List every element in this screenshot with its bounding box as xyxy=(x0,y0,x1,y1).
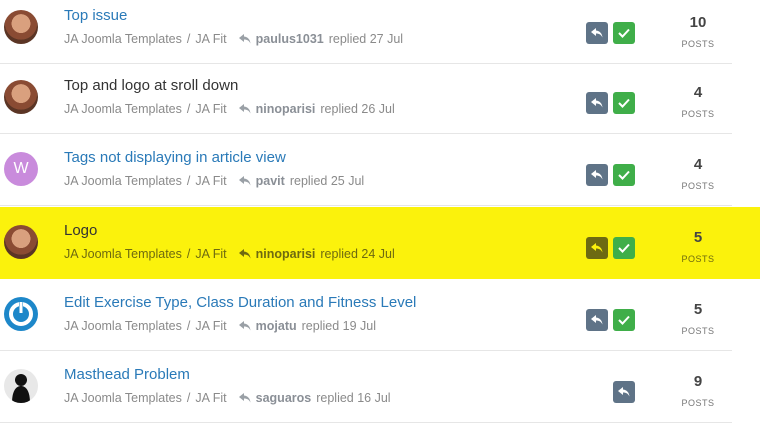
breadcrumb-separator: / xyxy=(186,319,191,333)
power-avatar[interactable] xyxy=(4,297,38,331)
check-icon xyxy=(618,170,630,180)
check-icon xyxy=(618,315,630,325)
photo-avatar[interactable] xyxy=(4,80,38,114)
reply-button[interactable] xyxy=(586,164,608,186)
post-count: 5 xyxy=(693,301,703,318)
subcategory-link[interactable]: JA Fit xyxy=(195,391,226,405)
topic-title-link[interactable]: Edit Exercise Type, Class Duration and F… xyxy=(64,294,416,311)
posts-label: POSTS xyxy=(681,326,715,336)
user-link[interactable]: ninoparisi xyxy=(256,102,316,116)
replied-date: replied 25 Jul xyxy=(289,174,365,188)
topic-row: W Tags not displaying in article view JA J… xyxy=(0,134,760,206)
posts-label: POSTS xyxy=(681,39,715,49)
reply-button[interactable] xyxy=(613,381,635,403)
post-count: 4 xyxy=(693,84,703,101)
replied-date: replied 16 Jul xyxy=(316,391,391,405)
topic-title-link[interactable]: Masthead Problem xyxy=(64,366,190,383)
topic-row: Logo JA Joomla Templates / JA Fit ninoparisi… xyxy=(0,207,760,279)
user-link[interactable]: paulus1031 xyxy=(256,32,324,46)
topic-title-link[interactable]: Top and logo at sroll down xyxy=(64,77,238,94)
post-count: 5 xyxy=(693,229,703,246)
resolved-badge[interactable] xyxy=(613,92,635,114)
reply-icon xyxy=(238,176,251,186)
reply-icon xyxy=(591,170,603,180)
resolved-badge[interactable] xyxy=(613,22,635,44)
reply-icon xyxy=(591,98,603,108)
reply-icon xyxy=(591,315,603,325)
subcategory-link[interactable]: JA Fit xyxy=(195,174,226,188)
breadcrumb-separator: / xyxy=(186,174,191,188)
check-icon xyxy=(618,243,630,253)
category-link[interactable]: JA Joomla Templates xyxy=(64,391,182,405)
posts-label: POSTS xyxy=(681,254,715,264)
resolved-badge[interactable] xyxy=(613,309,635,331)
subcategory-link[interactable]: JA Fit xyxy=(195,102,226,116)
topic-row: Top issue JA Joomla Templates / JA Fit paulu… xyxy=(0,0,760,64)
reply-icon xyxy=(238,249,251,259)
row-divider xyxy=(0,422,732,423)
breadcrumb-separator: / xyxy=(186,32,191,46)
replied-date: replied 26 Jul xyxy=(320,102,395,116)
check-icon xyxy=(618,98,630,108)
reply-button[interactable] xyxy=(586,309,608,331)
user-link[interactable]: pavit xyxy=(256,174,285,188)
reply-button[interactable] xyxy=(586,22,608,44)
user-link[interactable]: saguaros xyxy=(256,391,312,405)
avatar-letter: W xyxy=(13,160,29,177)
breadcrumb-separator: / xyxy=(186,391,191,405)
photo-avatar[interactable] xyxy=(4,225,38,259)
category-link[interactable]: JA Joomla Templates xyxy=(64,102,182,116)
posts-label: POSTS xyxy=(681,398,715,408)
reply-icon xyxy=(238,321,251,331)
category-link[interactable]: JA Joomla Templates xyxy=(64,319,182,333)
subcategory-link[interactable]: JA Fit xyxy=(195,319,226,333)
user-link[interactable]: ninoparisi xyxy=(256,247,316,261)
topic-title-link[interactable]: Logo xyxy=(64,222,97,239)
post-count: 4 xyxy=(693,156,703,173)
reply-icon xyxy=(238,34,251,44)
check-icon xyxy=(618,28,630,38)
subcategory-link[interactable]: JA Fit xyxy=(195,247,226,261)
photo-avatar[interactable] xyxy=(4,10,38,44)
topic-row: Top and logo at sroll down JA Joomla Temp… xyxy=(0,62,760,134)
row-divider xyxy=(0,205,732,206)
letter-avatar[interactable]: W xyxy=(4,152,38,186)
topic-row: Edit Exercise Type, Class Duration and F… xyxy=(0,279,760,351)
topic-title-link[interactable]: Top issue xyxy=(64,7,127,24)
posts-label: POSTS xyxy=(681,109,715,119)
reply-icon xyxy=(238,393,251,403)
replied-date: replied 27 Jul xyxy=(328,32,404,46)
category-link[interactable]: JA Joomla Templates xyxy=(64,174,182,188)
reply-icon xyxy=(618,387,630,397)
category-link[interactable]: JA Joomla Templates xyxy=(64,32,182,46)
posts-label: POSTS xyxy=(681,181,715,191)
reply-icon xyxy=(591,28,603,38)
reply-icon xyxy=(238,104,251,114)
replied-date: replied 24 Jul xyxy=(320,247,395,261)
topic-row: Masthead Problem JA Joomla Templates / JA F… xyxy=(0,351,760,423)
reply-button[interactable] xyxy=(586,237,608,259)
subcategory-link[interactable]: JA Fit xyxy=(195,32,226,46)
breadcrumb-separator: / xyxy=(186,102,191,116)
topic-title-link[interactable]: Tags not displaying in article view xyxy=(64,149,286,166)
breadcrumb-separator: / xyxy=(186,247,191,261)
reply-button[interactable] xyxy=(586,92,608,114)
post-count: 9 xyxy=(693,373,703,390)
post-count: 10 xyxy=(689,14,707,31)
silhouette-avatar[interactable] xyxy=(4,369,38,403)
replied-date: replied 19 Jul xyxy=(301,319,376,333)
reply-icon xyxy=(591,243,603,253)
category-link[interactable]: JA Joomla Templates xyxy=(64,247,182,261)
user-link[interactable]: mojatu xyxy=(256,319,297,333)
resolved-badge[interactable] xyxy=(613,164,635,186)
resolved-badge[interactable] xyxy=(613,237,635,259)
